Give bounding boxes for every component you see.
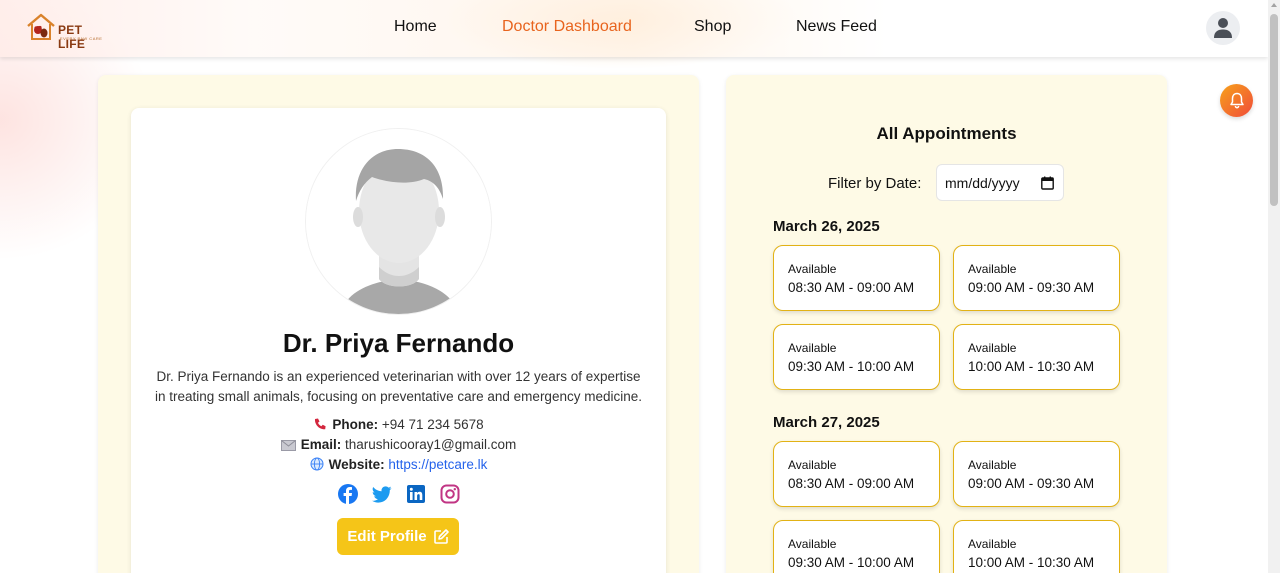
page-scrollbar[interactable]: [1268, 0, 1280, 573]
doctor-bio: Dr. Priya Fernando is an experienced vet…: [154, 369, 642, 404]
date-heading: March 26, 2025: [773, 218, 880, 235]
house-pet-icon: [27, 13, 55, 40]
slot-time: 09:30 AM - 10:00 AM: [788, 359, 915, 374]
social-links: [131, 484, 666, 504]
website-row: Website: https://petcare.lk: [131, 457, 666, 472]
appointment-slot[interactable]: Available 10:00 AM - 10:30 AM: [953, 520, 1120, 573]
filter-by-date-label: Filter by Date:: [828, 175, 922, 192]
slot-status: Available: [788, 537, 837, 551]
slot-time: 09:30 AM - 10:00 AM: [788, 555, 915, 570]
globe-icon: [310, 457, 324, 471]
date-filter-input[interactable]: mm/dd/yyyy: [936, 164, 1064, 201]
appointment-slot[interactable]: Available 08:30 AM - 09:00 AM: [773, 441, 940, 507]
slot-status: Available: [788, 458, 837, 472]
edit-profile-button[interactable]: Edit Profile: [337, 518, 459, 555]
notification-button[interactable]: [1220, 84, 1253, 117]
appointment-slot[interactable]: Available 09:30 AM - 10:00 AM: [773, 520, 940, 573]
facebook-icon[interactable]: [337, 484, 358, 504]
date-heading: March 27, 2025: [773, 414, 880, 431]
scroll-up-arrow-icon[interactable]: [1271, 3, 1277, 7]
website-link[interactable]: https://petcare.lk: [388, 457, 487, 472]
slot-status: Available: [968, 262, 1017, 276]
nav-shop[interactable]: Shop: [694, 18, 731, 36]
slot-status: Available: [788, 341, 837, 355]
brand-logo[interactable]: PET LIFE EVERY PAW CARE: [26, 12, 110, 51]
slot-time: 10:00 AM - 10:30 AM: [968, 555, 1095, 570]
profile-photo: [305, 128, 492, 315]
slot-status: Available: [788, 262, 837, 276]
nav-doctor-dashboard[interactable]: Doctor Dashboard: [502, 18, 632, 36]
slot-time: 10:00 AM - 10:30 AM: [968, 359, 1095, 374]
twitter-icon[interactable]: [371, 484, 392, 504]
appointments-title: All Appointments: [876, 124, 1017, 143]
appointment-slot[interactable]: Available 09:00 AM - 09:30 AM: [953, 245, 1120, 311]
profile-card: Dr. Priya Fernando Dr. Priya Fernando is…: [131, 108, 666, 573]
date-filter-placeholder: mm/dd/yyyy: [945, 174, 1020, 191]
top-navbar: PET LIFE EVERY PAW CARE Home Doctor Dash…: [0, 0, 1268, 57]
edit-profile-label: Edit Profile: [347, 528, 427, 545]
profile-panel: Dr. Priya Fernando Dr. Priya Fernando is…: [98, 75, 699, 573]
slot-time: 08:30 AM - 09:00 AM: [788, 280, 915, 295]
instagram-icon[interactable]: [440, 484, 460, 504]
doctor-name: Dr. Priya Fernando: [282, 328, 515, 358]
website-label: Website:: [328, 457, 385, 472]
appointment-slot[interactable]: Available 09:30 AM - 10:00 AM: [773, 324, 940, 390]
user-icon: [1214, 18, 1232, 38]
scroll-thumb[interactable]: [1270, 14, 1278, 206]
slot-time: 09:00 AM - 09:30 AM: [968, 280, 1095, 295]
phone-row: Phone: +94 71 234 5678: [131, 417, 666, 432]
slot-time: 08:30 AM - 09:00 AM: [788, 476, 915, 491]
bell-icon: [1229, 92, 1244, 109]
email-value[interactable]: tharushicooray1@gmail.com: [345, 437, 516, 452]
appointments-panel: All Appointments Filter by Date: mm/dd/y…: [726, 75, 1167, 573]
appointment-slot[interactable]: Available 09:00 AM - 09:30 AM: [953, 441, 1120, 507]
envelope-icon: [280, 440, 296, 451]
appointment-slot[interactable]: Available 10:00 AM - 10:30 AM: [953, 324, 1120, 390]
calendar-icon[interactable]: [1041, 176, 1054, 190]
nav-home[interactable]: Home: [394, 18, 437, 36]
linkedin-icon[interactable]: [406, 484, 426, 504]
edit-icon: [433, 529, 449, 544]
slot-status: Available: [968, 537, 1017, 551]
phone-value: +94 71 234 5678: [381, 417, 484, 432]
nav-news-feed[interactable]: News Feed: [796, 18, 877, 36]
phone-icon: [315, 418, 326, 430]
phone-label: Phone:: [332, 417, 379, 432]
slot-status: Available: [968, 341, 1017, 355]
slot-time: 09:00 AM - 09:30 AM: [968, 476, 1095, 491]
user-menu-button[interactable]: [1206, 11, 1240, 45]
email-label: Email:: [300, 437, 342, 452]
email-row: Email: tharushicooray1@gmail.com: [131, 437, 666, 452]
default-avatar-icon: [306, 129, 491, 314]
appointment-slot[interactable]: Available 08:30 AM - 09:00 AM: [773, 245, 940, 311]
slot-status: Available: [968, 458, 1017, 472]
logo-tagline: EVERY PAW CARE: [60, 36, 103, 41]
